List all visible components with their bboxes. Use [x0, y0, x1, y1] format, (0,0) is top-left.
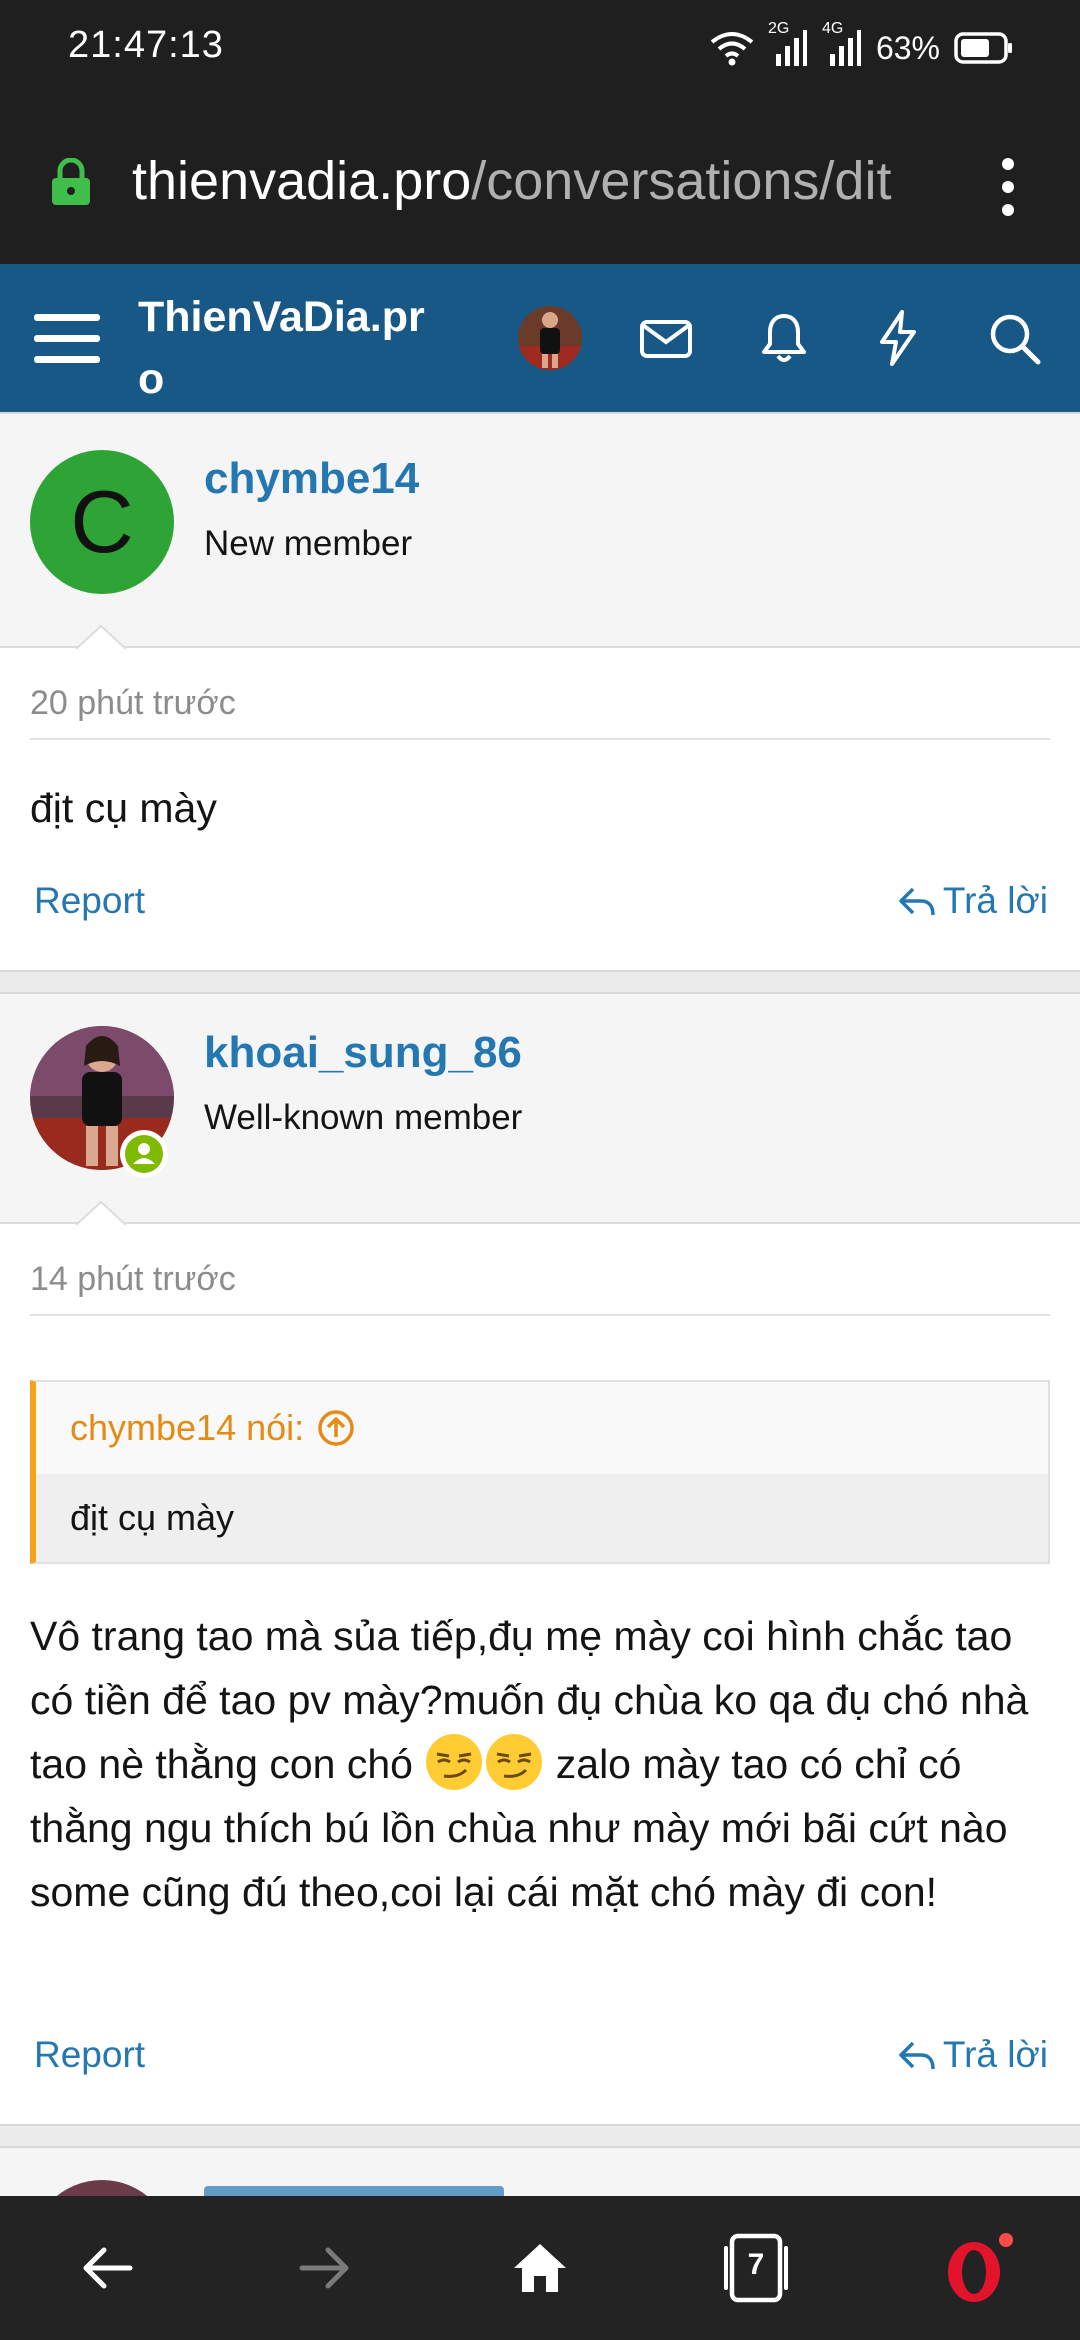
battery-icon [954, 32, 1012, 64]
home-icon[interactable] [508, 2236, 572, 2300]
url-path: /conversations/dit [471, 151, 892, 211]
tabs-button[interactable]: 7 [720, 2230, 792, 2306]
battery-percent: 63% [875, 29, 940, 66]
tab-count: 7 [747, 2248, 765, 2281]
status-indicators: 2G 4G 63% [710, 20, 1014, 70]
post-time[interactable]: 20 phút trước [30, 684, 236, 723]
message-user-block: khoai_sung_86 Well-known member [0, 994, 1080, 1224]
user-title: New member [204, 524, 413, 563]
quote-author[interactable]: chymbe14 nói: [70, 1407, 304, 1449]
site-logo[interactable]: ThienVaDia.pro [138, 286, 438, 410]
site-header: ThienVaDia.pro [0, 264, 1080, 412]
message-post: C chymbe14 New member 20 phút trước địt … [0, 412, 1080, 972]
speech-caret [76, 624, 126, 650]
mail-icon[interactable] [634, 306, 698, 370]
status-time: 21:47:13 [68, 24, 224, 66]
status-bar: 21:47:13 2G 4G 63% [0, 0, 1080, 96]
reply-button[interactable]: Trả lời [897, 2034, 1048, 2076]
message-body: địt cụ mày [30, 785, 217, 831]
divider [30, 738, 1050, 740]
online-status-badge [120, 1130, 168, 1178]
report-link[interactable]: Report [34, 2034, 145, 2076]
quote-block: chymbe14 nói: địt cụ mày [30, 1380, 1050, 1564]
hamburger-menu-icon[interactable] [34, 310, 100, 366]
opera-logo-icon [948, 2233, 1013, 2302]
signal-bars-icon [775, 30, 807, 66]
header-user-avatar[interactable] [518, 306, 582, 370]
browser-bottom-nav: 7 [0, 2196, 1080, 2340]
url-domain: thienvadia.pro [132, 151, 472, 211]
reply-label: Trả lời [942, 880, 1048, 921]
smirk-face-emoji-icon [486, 1734, 543, 1790]
message-user-block: C chymbe14 New member [0, 414, 1080, 648]
signal-2g: 2G [768, 20, 808, 68]
reply-icon [899, 887, 935, 916]
lock-icon [52, 158, 90, 205]
more-vertical-icon[interactable] [992, 156, 1024, 218]
back-arrow-icon[interactable] [76, 2236, 140, 2300]
reply-button[interactable]: Trả lời [897, 880, 1048, 922]
reply-icon [899, 2041, 935, 2070]
opera-menu-button[interactable] [940, 2228, 1020, 2308]
lightning-icon[interactable] [866, 306, 930, 370]
divider [30, 1314, 1050, 1316]
message-post: khoai_sung_86 Well-known member 14 phút … [0, 992, 1080, 2126]
online-user-icon [125, 1135, 163, 1173]
forward-arrow-icon[interactable] [292, 2236, 356, 2300]
browser-url-bar[interactable]: thienvadia.pro/conversations/dit [0, 96, 1080, 264]
reply-label: Trả lời [942, 2034, 1048, 2075]
user-photo [518, 306, 582, 370]
quote-header[interactable]: chymbe14 nói: [36, 1382, 1048, 1474]
wifi-icon [710, 32, 754, 66]
quote-text: địt cụ mày [36, 1474, 1048, 1562]
avatar-letter: C [70, 472, 134, 571]
signal-bars-icon [829, 30, 861, 66]
bell-icon[interactable] [752, 306, 816, 370]
post-time[interactable]: 14 phút trước [30, 1260, 236, 1299]
username[interactable]: khoai_sung_86 [204, 1028, 522, 1078]
user-avatar[interactable]: C [30, 450, 174, 594]
signal-4g: 4G [822, 20, 862, 68]
username[interactable]: chymbe14 [204, 454, 419, 504]
url-text[interactable]: thienvadia.pro/conversations/dit [132, 150, 891, 212]
report-link[interactable]: Report [34, 880, 145, 922]
message-body: Vô trang tao mà sủa tiếp,đụ mẹ mày coi h… [30, 1604, 1060, 1924]
search-icon[interactable] [982, 306, 1046, 370]
arrow-up-circle-icon[interactable] [316, 1408, 356, 1448]
speech-caret [76, 1200, 126, 1226]
smirk-face-emoji-icon [426, 1734, 483, 1790]
user-title: Well-known member [204, 1098, 523, 1137]
